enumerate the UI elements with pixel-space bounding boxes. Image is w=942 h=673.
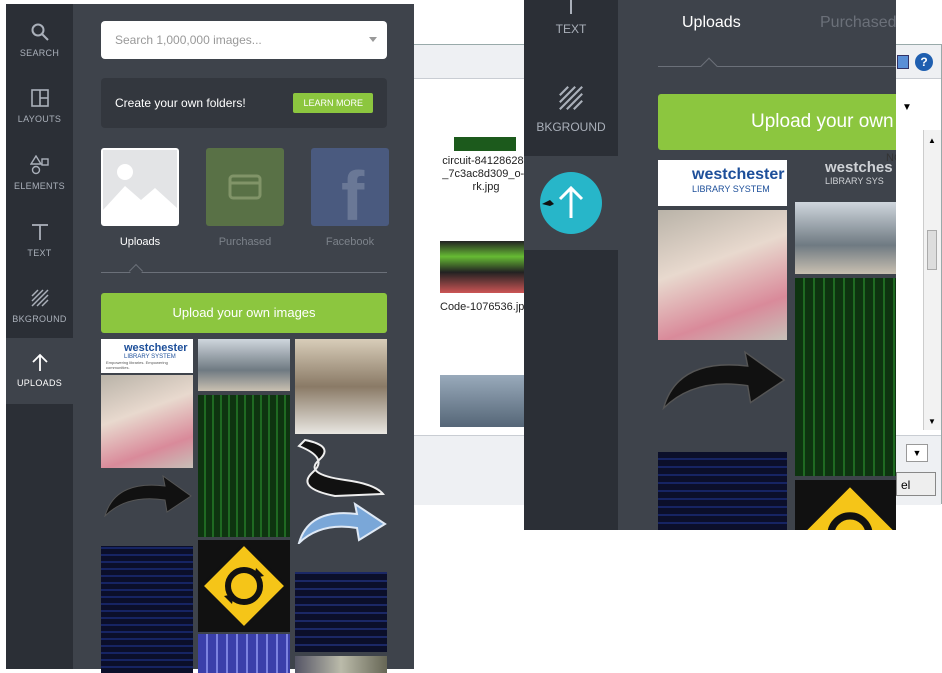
text-icon: [31, 224, 48, 240]
uploaded-image-photo[interactable]: [295, 339, 387, 434]
tab-label-facebook[interactable]: Facebook: [305, 236, 395, 248]
uploaded-image-circuit[interactable]: [198, 634, 290, 673]
sidebar-item-uploads[interactable]: UPLOADS: [6, 338, 73, 404]
uploaded-image-photo[interactable]: [658, 210, 787, 340]
uploaded-image-logo[interactable]: westchester LIBRARY SYSTEM Empowering li…: [101, 339, 193, 373]
uploaded-image-arrow[interactable]: [658, 346, 787, 411]
tab-label-purchased[interactable]: Purchased: [200, 236, 290, 248]
uploaded-image-circuit[interactable]: [795, 278, 896, 476]
file-name[interactable]: circuit-841286283 _7c3ac8d309_o-c rk.jpg: [436, 155, 536, 194]
sidebar-item-layouts[interactable]: LAYOUTS: [6, 74, 73, 140]
dropdown-arrow-icon[interactable]: ▼: [906, 444, 928, 462]
folders-promo: Create your own folders! LEARN MORE: [101, 78, 387, 128]
curved-arrow-icon: [662, 350, 786, 411]
tab-pointer: [700, 57, 718, 75]
uploaded-image-logo[interactable]: westches LIBRARY SYS: [795, 155, 896, 199]
swirl-shape-icon: [297, 438, 386, 498]
background-icon: [30, 289, 49, 307]
uploaded-image-logo[interactable]: westchester LIBRARY SYSTEM: [658, 160, 787, 206]
dialog-scrollbar[interactable]: ▲ ▼: [923, 130, 941, 430]
elements-icon: [29, 155, 49, 175]
uploaded-image-photo[interactable]: [101, 375, 193, 468]
sidebar-item-background[interactable]: BKGROUND: [6, 274, 73, 340]
uploaded-image-circuit[interactable]: [295, 572, 387, 652]
tab-pointer: [128, 263, 144, 279]
tab-uploads[interactable]: [101, 148, 179, 226]
search-input[interactable]: Search 1,000,000 images...: [101, 21, 387, 59]
file-thumbnail[interactable]: [440, 241, 526, 293]
svg-text:f: f: [341, 157, 365, 226]
zoomed-uploads-panel: Uploads Purchased Upload your own westch…: [618, 0, 896, 530]
help-icon[interactable]: ?: [915, 53, 933, 71]
zoom-tab-purchased[interactable]: Purchased: [820, 14, 896, 32]
uploaded-image-circuit[interactable]: [198, 395, 290, 537]
text-icon: [570, 0, 572, 14]
editor-sidebar: SEARCH LAYOUTS ELEMENTS TEXT BKGROUND UP…: [6, 4, 73, 669]
uploaded-image-road-sign[interactable]: [795, 480, 896, 530]
uploaded-image-photo[interactable]: [295, 656, 387, 673]
cancel-button[interactable]: el: [896, 472, 936, 496]
upload-icon: [31, 353, 48, 371]
background-icon: [559, 86, 583, 110]
view-icon[interactable]: [897, 55, 909, 69]
learn-more-button[interactable]: LEARN MORE: [293, 93, 373, 113]
roundabout-sign-icon: [199, 541, 289, 631]
tab-label-uploads[interactable]: Uploads: [95, 236, 185, 248]
zoom-tab-uploads[interactable]: Uploads: [682, 14, 741, 32]
dropdown-arrow-icon[interactable]: ▼: [902, 102, 912, 113]
layouts-icon: [30, 89, 49, 107]
facebook-icon: f: [341, 157, 365, 235]
file-thumbnail[interactable]: [440, 375, 526, 427]
zoomed-sidebar: TEXT BKGROUND: [524, 0, 618, 530]
upload-highlight-circle[interactable]: [540, 172, 602, 234]
uploaded-image-arrow[interactable]: [295, 500, 387, 547]
chevron-down-icon[interactable]: [369, 37, 377, 42]
uploaded-image-swirl[interactable]: [295, 436, 387, 498]
image-placeholder-icon: [103, 150, 177, 224]
credit-card-icon: [228, 174, 262, 200]
sidebar-item-text[interactable]: TEXT: [6, 208, 73, 274]
zoom-sidebar-item-background[interactable]: BKGROUND: [524, 80, 618, 150]
uploaded-image-photo[interactable]: [795, 202, 896, 274]
dialog-text-fragment: NG: [886, 152, 896, 164]
search-icon: [31, 23, 49, 41]
zoom-sidebar-item-uploads[interactable]: [524, 156, 618, 250]
uploaded-image-circuit[interactable]: [658, 452, 787, 530]
uploaded-image-circuit[interactable]: [101, 546, 193, 673]
uploaded-image-photo[interactable]: [198, 339, 290, 391]
tab-facebook[interactable]: f: [311, 148, 389, 235]
uploaded-image-road-sign[interactable]: [198, 540, 290, 632]
sidebar-item-elements[interactable]: ELEMENTS: [6, 141, 73, 207]
uploads-panel: Search 1,000,000 images... Create your o…: [73, 4, 414, 673]
curved-arrow-icon: [297, 501, 387, 547]
zoom-upload-images-button[interactable]: Upload your own: [658, 94, 896, 150]
roundabout-sign-icon: [802, 482, 896, 530]
sidebar-item-search[interactable]: SEARCH: [6, 8, 73, 74]
tab-purchased[interactable]: [206, 148, 284, 226]
uploaded-image-arrow[interactable]: [101, 472, 193, 518]
tab-divider: [101, 272, 387, 273]
upload-icon: [542, 185, 584, 218]
upload-images-button[interactable]: Upload your own images: [101, 293, 387, 333]
zoom-sidebar-item-text[interactable]: TEXT: [524, 0, 618, 70]
tab-divider: [658, 66, 896, 67]
curved-arrow-icon: [104, 474, 192, 518]
file-thumbnail[interactable]: [454, 137, 516, 151]
